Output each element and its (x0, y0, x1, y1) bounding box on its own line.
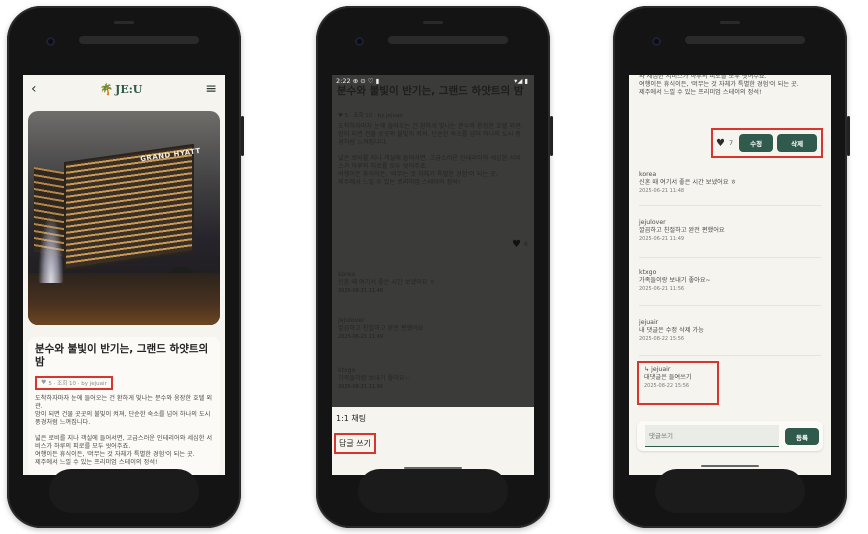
reply-highlight: ↳ jejuair 대댓글은 들여쓰기 2025-08-22 15:56 (637, 361, 719, 405)
post-meta: 5 · 조회 10 · by jejuair (48, 380, 107, 387)
post-title: 분수와 불빛이 반기는, 그랜드 하얏트의 밤 (35, 343, 209, 368)
comment-text: 내 댓글은 수정 삭제 가능 (639, 327, 704, 334)
front-camera-icon (46, 37, 55, 46)
building-main (64, 143, 194, 271)
earpiece-slit (114, 21, 134, 24)
delete-button[interactable]: 삭제 (777, 134, 818, 152)
status-icons: ⊕ ⊙ ♡ ▮ (352, 77, 380, 85)
comment-date: 2025-06-21 11:49 (338, 334, 384, 340)
post-meta-highlight: ♥ 5 · 조회 10 · by jejuair (35, 375, 113, 390)
comment-text: 신혼 때 여기서 좋은 시간 보냈어요 ㅎ (639, 179, 737, 186)
comment-item: jejuair 내 댓글은 수정 삭제 가능 2025-08-22 15:56 (639, 319, 819, 343)
heart-icon[interactable]: ♥ (41, 379, 46, 386)
comment-divider (639, 205, 821, 206)
post-actions-highlight: ♥ 7 수정 삭제 (711, 128, 823, 158)
reply-user: jejuair (651, 366, 671, 373)
comment-user: jejuair (639, 319, 659, 326)
comment-date: 2025-06-21 11:56 (639, 286, 685, 292)
app-header: ‹ 🌴 JE:U ≡ (23, 75, 225, 103)
comment-date: 2025-06-21 11:48 (639, 188, 685, 194)
reply-option[interactable]: 답글 쓰기 (334, 433, 376, 454)
comment-text: 가족들이랑 보내기 좋아요~ (338, 375, 410, 382)
comment-item: korea 신혼 때 여기서 좋은 시간 보냈어요 ㅎ 2025-06-21 1… (338, 271, 435, 295)
earpiece-slit (423, 21, 443, 24)
phone-frame-2: 2:22 ⊕ ⊙ ♡ ▮ ▾◢ ▮ 분수와 불빛이 반기는, 그랜드 하얏트의 … (316, 6, 553, 528)
front-camera-icon (355, 37, 364, 46)
edit-button[interactable]: 수정 (739, 134, 774, 152)
phone-chin (49, 469, 199, 513)
hotel-photo: GRAND HYATT (28, 111, 220, 325)
screen-post-detail: ‹ 🌴 JE:U ≡ GRAND HYATT 분수와 불빛이 반기는, 그랜드 … (23, 75, 225, 475)
comment-divider (639, 257, 821, 258)
comment-date: 2025-06-21 11:48 (338, 288, 384, 294)
comment-user: ktxgo (639, 269, 657, 276)
heart-icon[interactable]: ♥ (716, 138, 725, 149)
phone-chin (358, 469, 508, 513)
reply-arrow-icon: ↳ (644, 366, 650, 373)
speaker-grille (79, 36, 199, 44)
reply-date: 2025-08-22 15:56 (644, 383, 690, 389)
comment-item: ktxgo 가족들이랑 보내기 좋아요~ 2025-06-21 11:56 (338, 367, 410, 391)
comment-user: jejulover (338, 317, 365, 324)
comment-text: 깔끔하고 친절하고 완전 편했어요 (639, 227, 725, 234)
comment-input-bar: 등록 (637, 421, 823, 451)
comment-divider (639, 355, 821, 356)
phone-frame-1: ‹ 🌴 JE:U ≡ GRAND HYATT 분수와 불빛이 반기는, 그랜드 … (7, 6, 244, 528)
power-button (241, 116, 244, 156)
comment-item: jejulover 깔끔하고 친절하고 완전 편했어요 2025-06-21 1… (338, 317, 424, 341)
status-time: 2:22 (336, 77, 351, 85)
power-button (847, 116, 850, 156)
post-meta: ♥ 5 · 조회 10 · by jejuair (338, 113, 404, 119)
screen-comments: 와 세심한 서비스가 하루의 피로를 모두 씻어주죠. 여행이든 휴식이든, '… (629, 75, 831, 475)
comment-item: ktxgo 가족들이랑 보내기 좋아요~ 2025-06-21 11:56 (639, 269, 819, 293)
comment-user: jejulover (639, 219, 666, 226)
front-camera-icon (652, 37, 661, 46)
comment-item: jejulover 깔끔하고 친절하고 완전 편했어요 2025-06-21 1… (639, 219, 819, 243)
post-body-tail: 와 세심한 서비스가 하루의 피로를 모두 씻어주죠. 여행이든 휴식이든, '… (639, 75, 799, 96)
comment-text: 신혼 때 여기서 좋은 시간 보냈어요 ㅎ (338, 279, 436, 286)
comment-input[interactable] (645, 425, 779, 447)
comment-text: 깔끔하고 친절하고 완전 편했어요 (338, 325, 424, 332)
comment-date: 2025-06-21 11:49 (639, 236, 685, 242)
like-count: 6 (524, 241, 528, 248)
comment-divider (639, 305, 821, 306)
comment-user: korea (639, 171, 657, 178)
comment-item: korea 신혼 때 여기서 좋은 시간 보냈어요 ㅎ 2025-06-21 1… (639, 171, 819, 195)
phone-chin (655, 469, 805, 513)
speaker-grille (388, 36, 508, 44)
status-bar: 2:22 ⊕ ⊙ ♡ ▮ ▾◢ ▮ (336, 77, 528, 85)
register-button[interactable]: 등록 (785, 428, 819, 445)
app-logo[interactable]: 🌴 JE:U (99, 83, 142, 96)
chat-option[interactable]: 1:1 채팅 (336, 413, 366, 424)
fountain (38, 213, 64, 283)
palm-tree-icon: 🌴 (99, 82, 114, 96)
post-title: 분수와 불빛이 반기는, 그랜드 하얏트의 밤 (337, 85, 524, 97)
comment-user: korea (338, 271, 356, 278)
gesture-bar[interactable] (701, 465, 759, 467)
menu-icon[interactable]: ≡ (205, 81, 217, 97)
phone-frame-3: 와 세심한 서비스가 하루의 피로를 모두 씻어주죠. 여행이든 휴식이든, '… (613, 6, 850, 528)
comment-date: 2025-06-21 11:56 (338, 384, 384, 390)
logo-text: JE:U (115, 82, 143, 96)
heart-icon[interactable]: ♥ (512, 239, 521, 250)
post-body: 도착하자마자 눈에 들어오는 건 환하게 빛나는 분수와 웅장한 호텔 외관. … (338, 123, 523, 186)
like-count: 7 (728, 139, 734, 147)
speaker-grille (685, 36, 805, 44)
back-icon[interactable]: ‹ (31, 81, 37, 97)
post-card: 분수와 불빛이 반기는, 그랜드 하얏트의 밤 ♥ 5 · 조회 10 · by… (28, 337, 220, 475)
reply-text: 대댓글은 들여쓰기 (644, 374, 692, 381)
comment-text: 가족들이랑 보내기 좋아요~ (639, 277, 711, 284)
bottom-action-sheet: 1:1 채팅 답글 쓰기 (332, 407, 534, 475)
screen-action-sheet: 2:22 ⊕ ⊙ ♡ ▮ ▾◢ ▮ 분수와 불빛이 반기는, 그랜드 하얏트의 … (332, 75, 534, 475)
earpiece-slit (720, 21, 740, 24)
post-body: 도착하자마자 눈에 들어오는 건 환하게 빛나는 분수와 웅장한 호텔 외관. … (35, 394, 213, 466)
comment-user: ktxgo (338, 367, 356, 374)
status-signal-battery: ▾◢ ▮ (514, 77, 528, 85)
comment-date: 2025-08-22 15:56 (639, 336, 685, 342)
power-button (550, 116, 553, 156)
